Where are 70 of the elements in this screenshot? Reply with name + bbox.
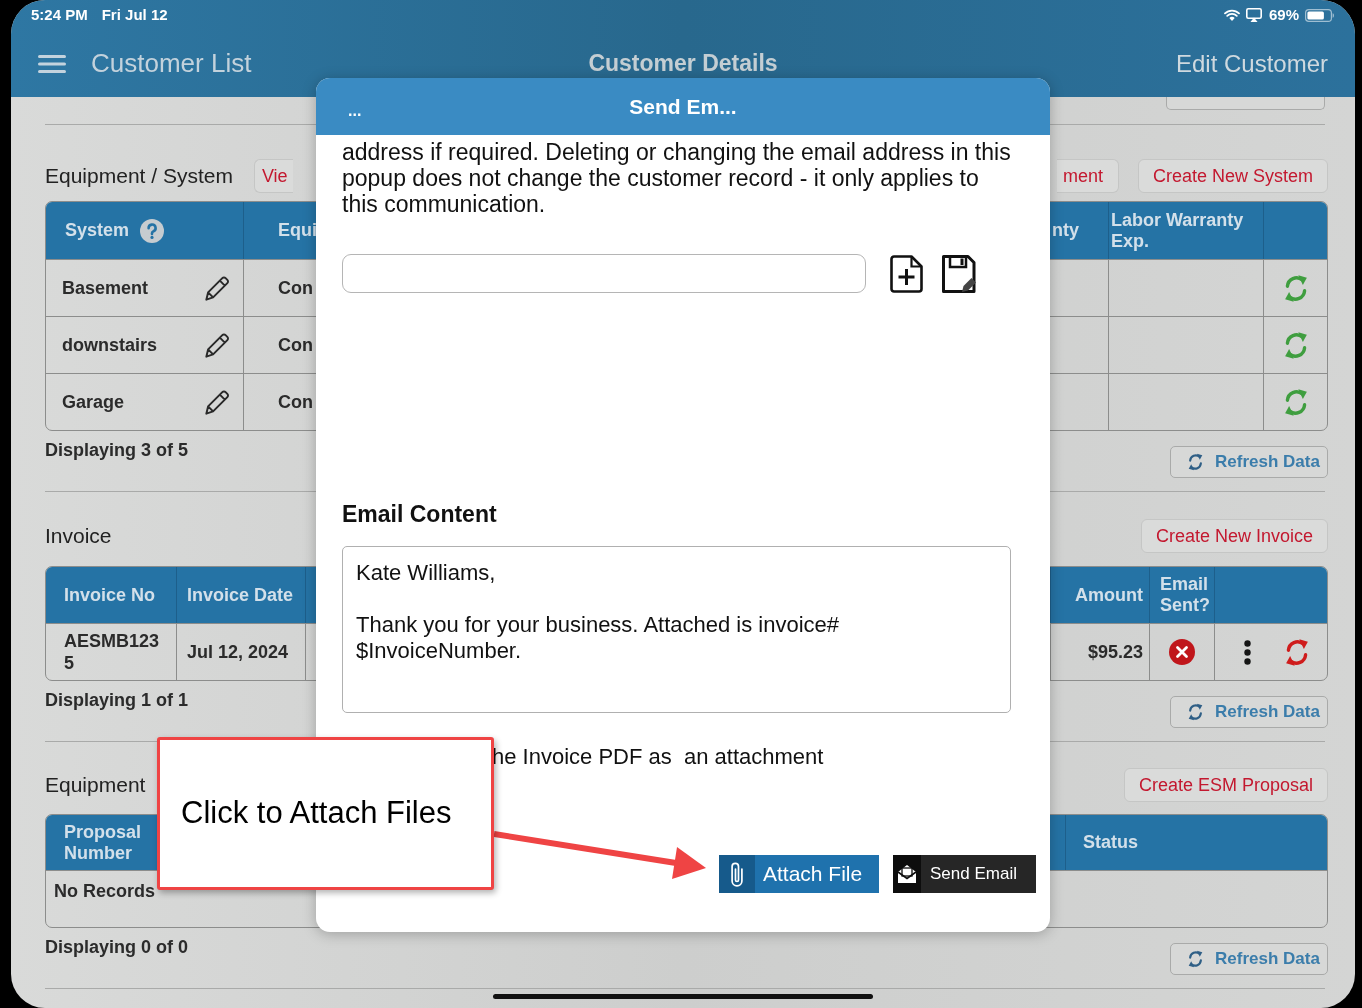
status-time: 5:24 PM — [31, 4, 88, 25]
column-header: nty — [1052, 220, 1079, 241]
refresh-icon[interactable] — [1283, 273, 1308, 303]
column-header: System — [65, 220, 130, 241]
wifi-icon — [1223, 9, 1240, 21]
action-button[interactable]: Vie — [253, 159, 293, 193]
empty-message: No Records — [54, 881, 156, 901]
status-date: Fri Jul 12 — [101, 4, 168, 25]
refresh-data-button[interactable]: Refresh Data — [1170, 943, 1328, 975]
refresh-data-button[interactable]: Refresh Data — [1170, 696, 1328, 728]
battery-percentage: 69% — [1268, 4, 1299, 25]
record-count: Displaying 1 of 1 — [45, 690, 189, 710]
column-header: Proposal Number — [64, 821, 143, 864]
menu-icon[interactable] — [38, 54, 66, 73]
system-name: downstairs — [62, 333, 158, 357]
equipment-text: Con — [278, 390, 313, 414]
add-document-icon[interactable] — [890, 254, 923, 293]
column-header: Amount — [1075, 584, 1143, 606]
nav-title: Customer Details — [588, 49, 778, 79]
section-heading: Equipment / System — [45, 163, 233, 190]
attach-file-button[interactable]: Attach File — [719, 855, 879, 893]
system-name: Basement — [62, 276, 149, 300]
section-heading: Invoice — [45, 523, 112, 550]
pencil-icon[interactable] — [205, 275, 229, 301]
column-header: Labor Warranty Exp. — [1111, 209, 1245, 252]
action-button[interactable]: Create ESM Proposal — [1123, 768, 1328, 802]
dialog-menu-button[interactable]: ... — [348, 94, 362, 119]
more-icon[interactable] — [1244, 639, 1251, 665]
nav-link[interactable]: Customer List — [91, 44, 252, 83]
refresh-data-button[interactable]: Refresh Data — [1170, 446, 1328, 478]
equipment-text: Con — [278, 333, 313, 357]
equipment-text: Con — [278, 276, 313, 300]
refresh-icon — [1188, 703, 1203, 721]
system-name: Garage — [62, 390, 125, 414]
battery-icon — [1305, 8, 1335, 22]
dialog-title: Send Em... — [629, 93, 737, 120]
content-label: Email Content — [342, 501, 497, 527]
dialog-description: address if required. Deleting or changing the email address in this popup does not change the customer record - it only applies to this communication. — [342, 139, 1012, 217]
record-count: Displaying 0 of 0 — [45, 937, 189, 957]
refresh-icon[interactable] — [1283, 387, 1308, 417]
email-content-field[interactable]: Kate Williams, Thank you for your business. Attached is invoice# $InvoiceNumber. — [342, 546, 1011, 713]
pencil-icon[interactable] — [205, 389, 229, 415]
nav-link[interactable]: Edit Customer — [1175, 45, 1328, 82]
invoice-amount: $95.23 — [1087, 640, 1143, 664]
record-count: Displaying 3 of 5 — [45, 440, 189, 460]
pencil-icon[interactable] — [205, 332, 229, 358]
column-header: Email Sent? — [1160, 574, 1211, 616]
email-field[interactable] — [342, 254, 866, 293]
save-icon[interactable] — [942, 254, 977, 293]
attachment-note: he Invoice PDF as an attachment — [492, 744, 824, 770]
action-button[interactable]: Create New Invoice — [1140, 519, 1328, 553]
invoice-date: Jul 12, 2024 — [187, 640, 289, 664]
refresh-icon — [1188, 453, 1203, 471]
column-header: Invoice No — [64, 584, 156, 606]
section-heading: Equipment — [45, 772, 146, 799]
column-header: Invoice Date — [187, 584, 294, 606]
refresh-icon[interactable] — [1285, 637, 1309, 667]
invoice-number: AESMB1235 — [64, 630, 161, 674]
screen-mirroring-icon — [1245, 8, 1262, 22]
send-email-button[interactable]: Send Email — [893, 855, 1036, 893]
column-header: Status — [1083, 832, 1138, 853]
paperclip-icon — [719, 855, 755, 893]
help-icon[interactable] — [140, 218, 165, 243]
action-button[interactable]: ment — [1056, 159, 1119, 193]
envelope-icon — [893, 855, 921, 893]
refresh-icon — [1188, 950, 1203, 968]
refresh-icon[interactable] — [1283, 330, 1308, 360]
action-button[interactable]: Create New System — [1137, 159, 1328, 193]
column-header: Equi — [278, 220, 317, 241]
annotation-callout: Click to Attach Files — [157, 737, 494, 890]
